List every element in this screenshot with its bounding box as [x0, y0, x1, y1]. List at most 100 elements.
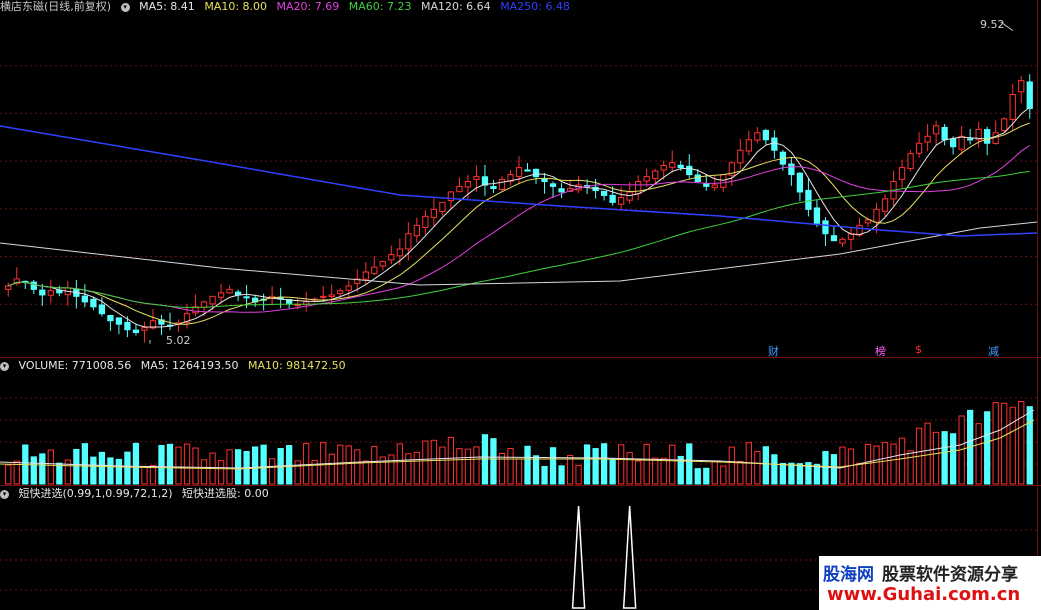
volume-bar-down: [830, 454, 838, 485]
candle-down: [984, 129, 991, 144]
volume-bar-up: [618, 444, 625, 485]
volume-bar-down: [813, 463, 821, 485]
candle-down: [949, 138, 957, 148]
candle-up: [881, 198, 889, 212]
candle-up: [643, 176, 650, 182]
candle-up: [226, 288, 233, 294]
volume-bar-down: [822, 451, 829, 485]
volume-bar-up: [720, 465, 727, 485]
volume-bar-up: [200, 459, 208, 485]
volume-bar-down: [941, 431, 948, 485]
volume-bar-down: [600, 443, 608, 485]
high-price-label: 9.52: [980, 18, 1005, 31]
volume-bar-down: [251, 446, 259, 485]
candle-down: [243, 296, 250, 299]
candle-up: [405, 233, 412, 250]
volume-bar-down: [762, 446, 769, 485]
candle-up: [1001, 118, 1008, 131]
volume-bar-up: [881, 442, 889, 485]
candle-down: [90, 298, 97, 308]
volume-bar-up: [754, 450, 761, 485]
volume-bar-down: [286, 445, 293, 485]
volume-bar-down: [609, 458, 616, 485]
volume-bar-down: [490, 438, 497, 485]
volume-bar-up: [328, 453, 335, 485]
volume-bar-down: [124, 451, 131, 485]
volume-bar-up: [864, 443, 872, 485]
candle-down: [788, 163, 795, 176]
volume-bar-up: [643, 443, 650, 485]
candle-up: [660, 165, 667, 171]
signal-spike: [622, 505, 637, 609]
volume-bar-up: [839, 446, 846, 485]
candle-up: [898, 167, 906, 180]
candle-up: [422, 215, 429, 229]
volume-bar-up: [226, 449, 233, 485]
candle-down: [762, 129, 769, 141]
event-marker-reduce[interactable]: 减: [988, 343, 999, 359]
candle-up: [873, 208, 880, 223]
candle-up: [362, 271, 369, 280]
volume-bar-down: [549, 447, 557, 485]
candle-down: [107, 315, 114, 322]
volume-bar-up: [932, 431, 940, 485]
volume-bar-down: [1026, 406, 1033, 485]
candle-down: [703, 183, 710, 187]
event-marker-rank[interactable]: 榜: [875, 343, 886, 359]
volume-bar-down: [583, 444, 591, 485]
candle-up: [1009, 94, 1016, 120]
volume-bar-up: [269, 458, 276, 485]
candle-down: [132, 329, 140, 334]
candle-down: [124, 321, 131, 331]
volume-bar-up: [192, 447, 199, 485]
volume-bar-up: [388, 454, 395, 485]
ma120-line: [0, 221, 1038, 286]
volume-bar-down: [98, 451, 106, 485]
candle-down: [830, 235, 838, 242]
candle-up: [320, 295, 327, 298]
candle-down: [115, 317, 123, 325]
candle-up: [439, 201, 446, 212]
candle-up: [915, 142, 923, 154]
volume-bar-down: [115, 458, 123, 485]
candle-down: [39, 289, 46, 296]
volume-bar-up: [907, 450, 914, 485]
event-marker-finance[interactable]: 财: [768, 343, 779, 359]
volume-bar-down: [694, 468, 701, 485]
candle-down: [98, 304, 106, 315]
candle-down: [686, 165, 693, 176]
volume-bar-up: [447, 436, 455, 485]
volume-bar-up: [345, 445, 352, 485]
volume-bar-down: [81, 443, 89, 485]
candle-up: [371, 266, 378, 275]
event-marker-dollar[interactable]: $: [915, 343, 922, 356]
candle-up: [473, 176, 480, 180]
volume-bar-down: [558, 465, 565, 485]
volume-bar-up: [5, 464, 12, 485]
volume-bar-down: [779, 462, 787, 485]
watermark-url: www.Guhai.com.cn: [827, 584, 1021, 605]
candle-up: [47, 290, 54, 296]
volume-bar-down: [132, 442, 140, 485]
volume-bar-down: [703, 467, 710, 485]
volume-bar-up: [975, 423, 982, 485]
candle-down: [30, 281, 37, 290]
volume-bar-up: [1001, 402, 1008, 485]
volume-bar-up: [337, 444, 344, 485]
chart-canvas[interactable]: [0, 0, 1041, 610]
volume-bar-up: [1009, 406, 1016, 485]
volume-bar-up: [371, 445, 378, 485]
candle-down: [677, 164, 684, 169]
signal-spike: [571, 505, 586, 609]
volume-bar-up: [183, 443, 191, 485]
ma60-line: [8, 171, 1030, 308]
candle-up: [430, 208, 438, 218]
candle-down: [81, 295, 89, 303]
volume-bar-up: [149, 465, 157, 485]
candle-down: [805, 189, 812, 210]
candle-up: [669, 162, 676, 168]
volume-bar-up: [498, 452, 506, 485]
volume-bar-up: [422, 440, 429, 485]
watermark-slogan: 股票软件资源分享: [882, 565, 1018, 585]
volume-bar-down: [56, 462, 63, 485]
